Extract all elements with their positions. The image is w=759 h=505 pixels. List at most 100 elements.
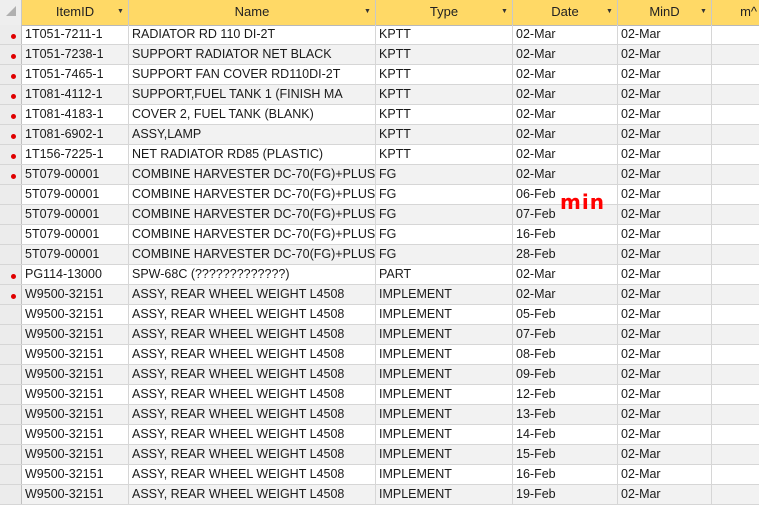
cell-type[interactable]: KPTT	[376, 105, 513, 124]
cell-name[interactable]: COMBINE HARVESTER DC-70(FG)+PLUS	[129, 205, 376, 224]
cell-mind[interactable]: 02-Mar	[618, 225, 712, 244]
cell-extra[interactable]	[712, 85, 759, 104]
cell-date[interactable]: 12-Feb	[513, 385, 618, 404]
cell-name[interactable]: COMBINE HARVESTER DC-70(FG)+PLUS	[129, 165, 376, 184]
cell-mind[interactable]: 02-Mar	[618, 165, 712, 184]
record-selector[interactable]	[0, 445, 22, 464]
record-selector[interactable]	[0, 285, 22, 304]
cell-itemid[interactable]: W9500-32151	[22, 405, 129, 424]
cell-date[interactable]: 15-Feb	[513, 445, 618, 464]
cell-mind[interactable]: 02-Mar	[618, 365, 712, 384]
cell-extra[interactable]	[712, 245, 759, 264]
cell-type[interactable]: IMPLEMENT	[376, 325, 513, 344]
table-row[interactable]: 1T156-7225-1 NET RADIATOR RD85 (PLASTIC) K…	[0, 145, 759, 165]
record-selector[interactable]	[0, 325, 22, 344]
column-header-mind[interactable]: MinD ▼	[618, 0, 712, 25]
cell-mind[interactable]: 02-Mar	[618, 425, 712, 444]
record-selector[interactable]	[0, 125, 22, 144]
cell-date[interactable]: 09-Feb	[513, 365, 618, 384]
cell-itemid[interactable]: W9500-32151	[22, 425, 129, 444]
table-row[interactable]: 1T051-7238-1 SUPPORT RADIATOR NET BLACK KP…	[0, 45, 759, 65]
cell-name[interactable]: ASSY, REAR WHEEL WEIGHT L4508	[129, 305, 376, 324]
cell-date[interactable]: 02-Mar	[513, 145, 618, 164]
cell-mind[interactable]: 02-Mar	[618, 265, 712, 284]
cell-itemid[interactable]: W9500-32151	[22, 385, 129, 404]
record-selector[interactable]	[0, 105, 22, 124]
table-row[interactable]: 5T079-00001 COMBINE HARVESTER DC-70(FG)+P…	[0, 245, 759, 265]
cell-type[interactable]: IMPLEMENT	[376, 385, 513, 404]
cell-extra[interactable]	[712, 45, 759, 64]
cell-mind[interactable]: 02-Mar	[618, 25, 712, 44]
cell-itemid[interactable]: W9500-32151	[22, 325, 129, 344]
cell-extra[interactable]	[712, 325, 759, 344]
table-row[interactable]: W9500-32151 ASSY, REAR WHEEL WEIGHT L4508…	[0, 345, 759, 365]
filter-dropdown-icon[interactable]: ▼	[699, 7, 708, 16]
table-row[interactable]: W9500-32151 ASSY, REAR WHEEL WEIGHT L4508…	[0, 365, 759, 385]
cell-mind[interactable]: 02-Mar	[618, 185, 712, 204]
cell-itemid[interactable]: W9500-32151	[22, 465, 129, 484]
cell-type[interactable]: FG	[376, 185, 513, 204]
cell-extra[interactable]	[712, 305, 759, 324]
cell-date[interactable]: 28-Feb	[513, 245, 618, 264]
record-selector[interactable]	[0, 345, 22, 364]
cell-mind[interactable]: 02-Mar	[618, 45, 712, 64]
table-row[interactable]: 1T051-7211-1 RADIATOR RD 110 DI-2T KPTT 02-…	[0, 25, 759, 45]
cell-itemid[interactable]: W9500-32151	[22, 285, 129, 304]
table-row[interactable]: W9500-32151 ASSY, REAR WHEEL WEIGHT L4508…	[0, 425, 759, 445]
cell-mind[interactable]: 02-Mar	[618, 245, 712, 264]
cell-date[interactable]: 02-Mar	[513, 65, 618, 84]
cell-type[interactable]: IMPLEMENT	[376, 465, 513, 484]
cell-extra[interactable]	[712, 225, 759, 244]
cell-itemid[interactable]: 5T079-00001	[22, 245, 129, 264]
cell-date[interactable]: 05-Feb	[513, 305, 618, 324]
cell-type[interactable]: KPTT	[376, 25, 513, 44]
cell-mind[interactable]: 02-Mar	[618, 105, 712, 124]
cell-type[interactable]: PART	[376, 265, 513, 284]
record-selector[interactable]	[0, 25, 22, 44]
filter-dropdown-icon[interactable]: ▼	[605, 7, 614, 16]
select-all-corner[interactable]	[0, 0, 22, 25]
cell-itemid[interactable]: 1T156-7225-1	[22, 145, 129, 164]
cell-date[interactable]: 02-Mar	[513, 105, 618, 124]
cell-type[interactable]: KPTT	[376, 65, 513, 84]
cell-date[interactable]: 02-Mar	[513, 165, 618, 184]
record-selector[interactable]	[0, 465, 22, 484]
cell-mind[interactable]: 02-Mar	[618, 405, 712, 424]
cell-extra[interactable]	[712, 485, 759, 504]
cell-type[interactable]: FG	[376, 165, 513, 184]
cell-extra[interactable]	[712, 105, 759, 124]
cell-mind[interactable]: 02-Mar	[618, 385, 712, 404]
cell-extra[interactable]	[712, 365, 759, 384]
record-selector[interactable]	[0, 185, 22, 204]
column-header-extra[interactable]: m^	[712, 0, 759, 25]
cell-name[interactable]: ASSY, REAR WHEEL WEIGHT L4508	[129, 385, 376, 404]
cell-extra[interactable]	[712, 65, 759, 84]
record-selector[interactable]	[0, 425, 22, 444]
table-row[interactable]: W9500-32151 ASSY, REAR WHEEL WEIGHT L4508…	[0, 405, 759, 425]
record-selector[interactable]	[0, 145, 22, 164]
cell-name[interactable]: NET RADIATOR RD85 (PLASTIC)	[129, 145, 376, 164]
table-row[interactable]: W9500-32151 ASSY, REAR WHEEL WEIGHT L4508…	[0, 445, 759, 465]
table-row[interactable]: 1T081-6902-1 ASSY,LAMP KPTT 02-Mar 02-Mar	[0, 125, 759, 145]
column-header-date[interactable]: Date ▼	[513, 0, 618, 25]
cell-name[interactable]: SUPPORT,FUEL TANK 1 (FINISH MA	[129, 85, 376, 104]
column-header-name[interactable]: Name ▼	[129, 0, 376, 25]
cell-type[interactable]: KPTT	[376, 145, 513, 164]
cell-name[interactable]: ASSY, REAR WHEEL WEIGHT L4508	[129, 365, 376, 384]
column-header-type[interactable]: Type ▼	[376, 0, 513, 25]
cell-date[interactable]: 02-Mar	[513, 25, 618, 44]
cell-date[interactable]: 16-Feb	[513, 465, 618, 484]
cell-mind[interactable]: 02-Mar	[618, 205, 712, 224]
table-row[interactable]: PG114-13000 SPW-68C (?????????????) PART 02…	[0, 265, 759, 285]
cell-type[interactable]: IMPLEMENT	[376, 445, 513, 464]
cell-name[interactable]: ASSY, REAR WHEEL WEIGHT L4508	[129, 285, 376, 304]
cell-mind[interactable]: 02-Mar	[618, 325, 712, 344]
cell-type[interactable]: FG	[376, 225, 513, 244]
cell-name[interactable]: SUPPORT RADIATOR NET BLACK	[129, 45, 376, 64]
cell-name[interactable]: SUPPORT FAN COVER RD110DI-2T	[129, 65, 376, 84]
cell-type[interactable]: IMPLEMENT	[376, 365, 513, 384]
cell-date[interactable]: 14-Feb	[513, 425, 618, 444]
cell-itemid[interactable]: W9500-32151	[22, 485, 129, 504]
cell-type[interactable]: FG	[376, 245, 513, 264]
table-row[interactable]: W9500-32151 ASSY, REAR WHEEL WEIGHT L4508…	[0, 465, 759, 485]
